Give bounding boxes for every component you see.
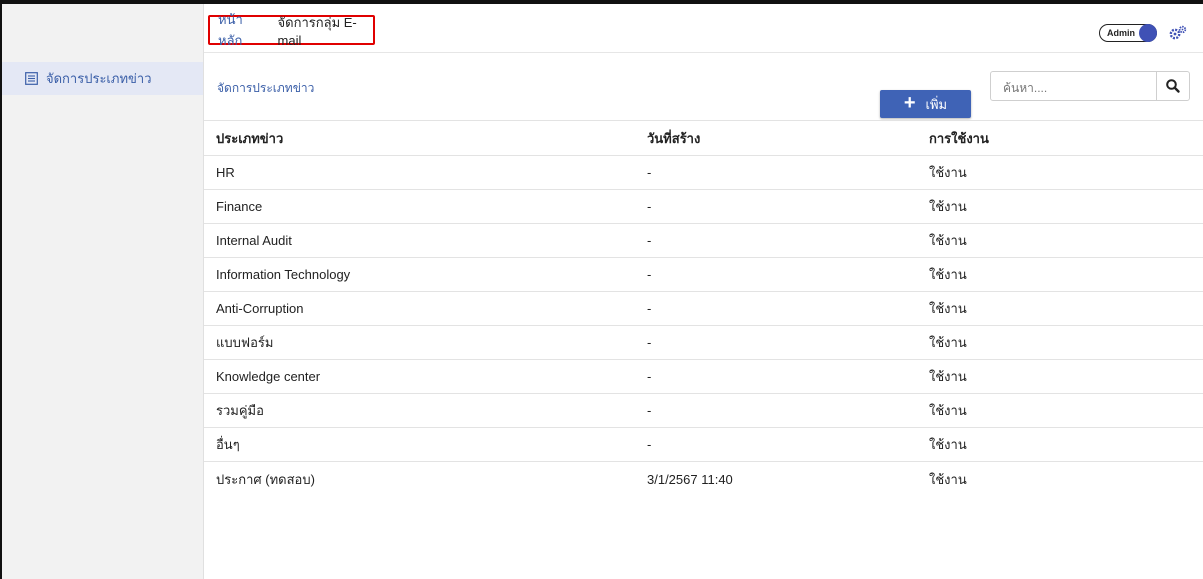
table-row[interactable]: ประกาศ (ทดสอบ) 3/1/2567 11:40 ใช้งาน [204, 462, 1203, 496]
cell-status: ใช้งาน [929, 199, 967, 214]
cell-created-date: - [647, 335, 652, 350]
breadcrumb-current: จัดการกลุ่ม E-mail [277, 15, 357, 48]
cell-news-type: Anti-Corruption [216, 301, 304, 316]
cell-news-type: Knowledge center [216, 369, 321, 384]
cell-status: ใช้งาน [929, 471, 967, 487]
cell-created-date: 3/1/2567 11:40 [647, 471, 733, 487]
breadcrumb: หน้าหลัก จัดการกลุ่ม E-mail [208, 12, 375, 48]
cell-status: ใช้งาน [929, 369, 967, 384]
table-row[interactable]: Knowledge center - ใช้งาน [204, 360, 1203, 394]
cell-news-type: ประกาศ (ทดสอบ) [216, 471, 315, 487]
cell-news-type: HR [216, 165, 235, 180]
cell-created-date: - [647, 165, 652, 180]
cell-status: ใช้งาน [929, 267, 967, 282]
sidebar: จัดการประเภทข่าว [2, 52, 204, 579]
cell-news-type: Finance [216, 199, 263, 214]
cell-news-type: Internal Audit [216, 233, 292, 248]
column-header-news-type[interactable]: ประเภทข่าว [216, 121, 283, 155]
table-header-row: ประเภทข่าว วันที่สร้าง การใช้งาน [204, 120, 1203, 156]
sidebar-item-news-types[interactable]: จัดการประเภทข่าว [2, 62, 203, 95]
cell-news-type: แบบฟอร์ม [216, 335, 274, 350]
table-row[interactable]: Information Technology - ใช้งาน [204, 258, 1203, 292]
table-row[interactable]: รวมคู่มือ - ใช้งาน [204, 394, 1203, 428]
cell-created-date: - [647, 199, 652, 214]
cell-status: ใช้งาน [929, 165, 967, 180]
cell-created-date: - [647, 267, 652, 282]
cell-status: ใช้งาน [929, 335, 967, 350]
cell-status: ใช้งาน [929, 301, 967, 316]
plus-icon: + [903, 92, 916, 114]
cell-status: ใช้งาน [929, 403, 967, 418]
admin-role-label: Admin [1107, 28, 1135, 38]
column-header-status[interactable]: การใช้งาน [929, 121, 989, 155]
cell-created-date: - [647, 369, 652, 384]
cell-news-type: อื่นๆ [216, 437, 240, 452]
cell-status: ใช้งาน [929, 233, 967, 248]
add-button-label: เพิ่ม [925, 96, 948, 112]
cell-news-type: รวมคู่มือ [216, 403, 264, 418]
cell-status: ใช้งาน [929, 437, 967, 452]
table-row[interactable]: Anti-Corruption - ใช้งาน [204, 292, 1203, 326]
add-button[interactable]: + เพิ่ม [880, 90, 971, 118]
admin-role-toggle[interactable]: Admin [1099, 24, 1157, 42]
search-divider [1156, 72, 1157, 100]
table-row[interactable]: แบบฟอร์ม - ใช้งาน [204, 326, 1203, 360]
table-row[interactable]: HR - ใช้งาน [204, 156, 1203, 190]
page-title: จัดการประเภทข่าว [217, 81, 315, 95]
table-row[interactable]: อื่นๆ - ใช้งาน [204, 428, 1203, 462]
search-icon[interactable] [1165, 78, 1181, 94]
cell-created-date: - [647, 403, 652, 418]
sidebar-header [2, 4, 204, 52]
search-box [990, 71, 1190, 101]
cell-news-type: Information Technology [216, 267, 351, 282]
cell-created-date: - [647, 437, 652, 452]
breadcrumb-home-link[interactable]: หน้าหลัก [218, 9, 264, 51]
toggle-knob [1139, 24, 1157, 42]
gears-icon[interactable] [1168, 23, 1188, 43]
list-icon [24, 72, 38, 86]
table-row[interactable]: Internal Audit - ใช้งาน [204, 224, 1203, 258]
search-input[interactable] [1001, 78, 1155, 98]
column-header-created-date[interactable]: วันที่สร้าง [647, 121, 700, 155]
cell-created-date: - [647, 233, 652, 248]
news-type-table: ประเภทข่าว วันที่สร้าง การใช้งาน HR - ใช… [204, 120, 1203, 496]
cell-created-date: - [647, 301, 652, 316]
sidebar-item-label: จัดการประเภทข่าว [46, 71, 152, 86]
table-row[interactable]: Finance - ใช้งาน [204, 190, 1203, 224]
